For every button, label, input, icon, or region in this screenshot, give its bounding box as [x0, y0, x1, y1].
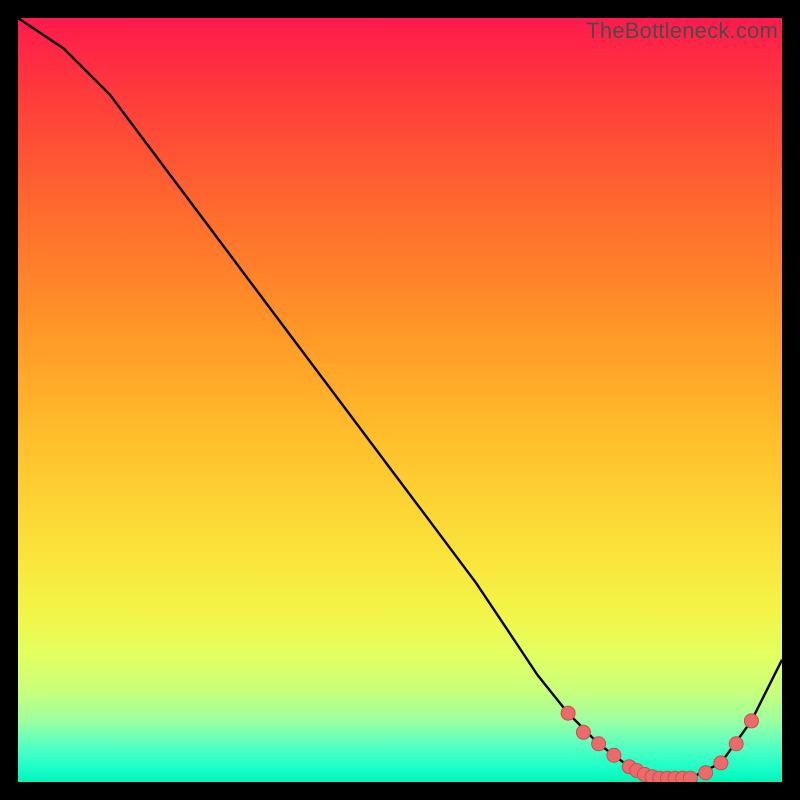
curve-marker [607, 748, 621, 762]
bottleneck-curve [18, 18, 782, 778]
curve-marker [729, 737, 743, 751]
curve-marker [592, 737, 606, 751]
chart-frame: TheBottleneck.com [0, 0, 800, 800]
curve-marker [714, 756, 728, 770]
curve-marker [561, 706, 575, 720]
curve-marker [744, 714, 758, 728]
plot-area: TheBottleneck.com [18, 18, 782, 782]
curve-marker [699, 766, 713, 780]
marker-group [561, 706, 758, 782]
curve-marker [576, 725, 590, 739]
chart-svg [18, 18, 782, 782]
curve-marker [683, 771, 697, 782]
